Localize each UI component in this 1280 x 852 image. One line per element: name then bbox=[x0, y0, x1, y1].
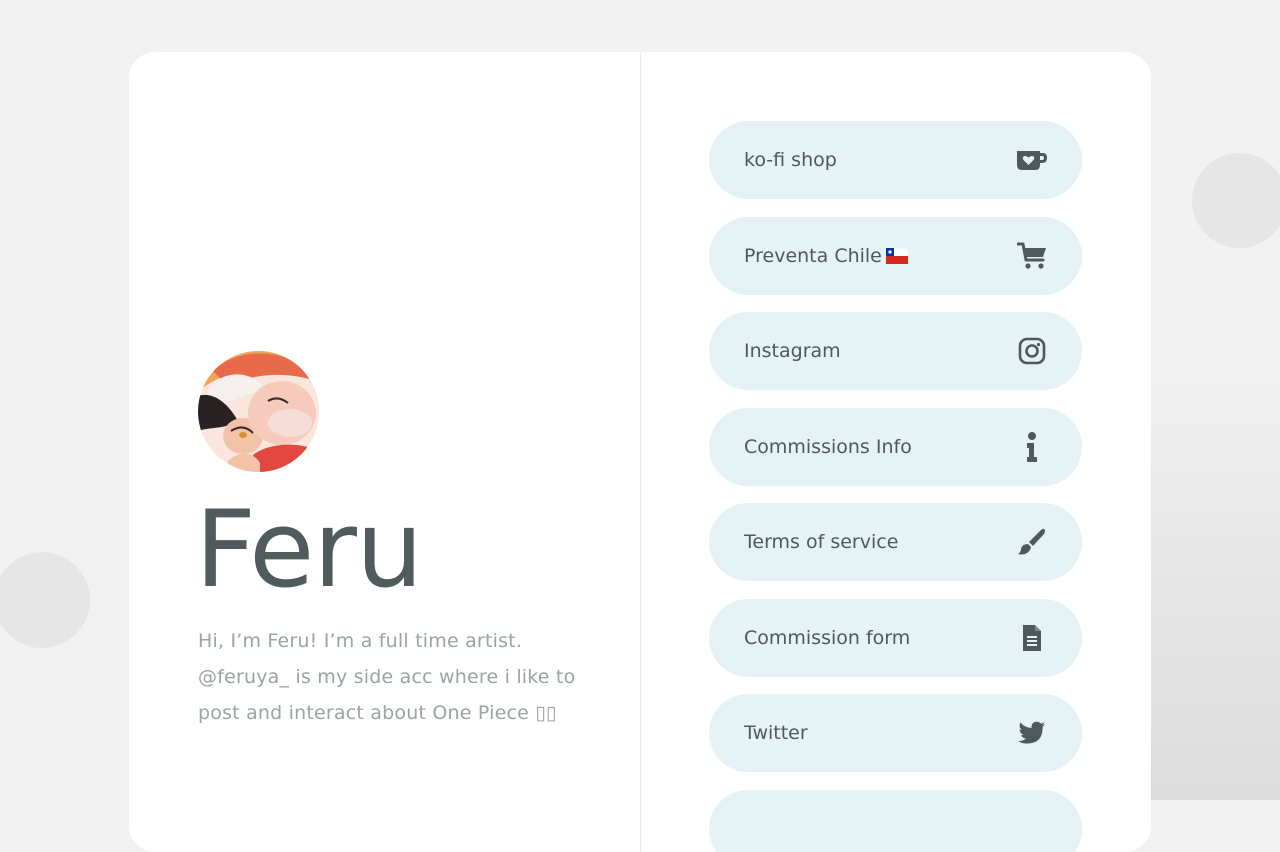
link-label: Terms of service bbox=[744, 531, 898, 553]
document-icon bbox=[1016, 622, 1048, 654]
background-circle bbox=[0, 552, 90, 648]
avatar bbox=[198, 351, 319, 472]
link-terms-of-service[interactable]: Terms of service bbox=[709, 503, 1082, 581]
link-label: Preventa Chile bbox=[744, 245, 908, 267]
column-divider bbox=[640, 52, 641, 852]
link-label: Commission form bbox=[744, 627, 910, 649]
link-label: Instagram bbox=[744, 340, 841, 362]
kofi-cup-icon bbox=[1016, 144, 1048, 176]
instagram-icon bbox=[1016, 335, 1048, 367]
profile-bio: Hi, I’m Feru! I’m a full time artist. @f… bbox=[198, 623, 590, 731]
background-shade bbox=[1150, 330, 1280, 800]
profile-name: Feru bbox=[195, 486, 422, 613]
link-list: ko-fi shop Preventa Chile bbox=[709, 121, 1082, 852]
shopping-cart-icon bbox=[1016, 240, 1048, 272]
link-label: ko-fi shop bbox=[744, 149, 837, 171]
link-label: Commissions Info bbox=[744, 436, 912, 458]
info-icon bbox=[1016, 431, 1048, 463]
background-circle bbox=[1192, 153, 1280, 248]
avatar-illustration bbox=[198, 351, 319, 472]
link-preventa-chile[interactable]: Preventa Chile bbox=[709, 217, 1082, 295]
paintbrush-icon bbox=[1016, 526, 1048, 558]
link-kofi-shop[interactable]: ko-fi shop bbox=[709, 121, 1082, 199]
link-partial[interactable] bbox=[709, 790, 1082, 852]
profile-card: Feru Hi, I’m Feru! I’m a full time artis… bbox=[129, 52, 1151, 852]
link-commission-form[interactable]: Commission form bbox=[709, 599, 1082, 677]
twitter-bird-icon bbox=[1016, 717, 1048, 749]
link-commissions-info[interactable]: Commissions Info bbox=[709, 408, 1082, 486]
link-instagram[interactable]: Instagram bbox=[709, 312, 1082, 390]
chile-flag-icon bbox=[886, 247, 908, 263]
link-twitter[interactable]: Twitter bbox=[709, 694, 1082, 772]
link-label: Twitter bbox=[744, 722, 808, 744]
